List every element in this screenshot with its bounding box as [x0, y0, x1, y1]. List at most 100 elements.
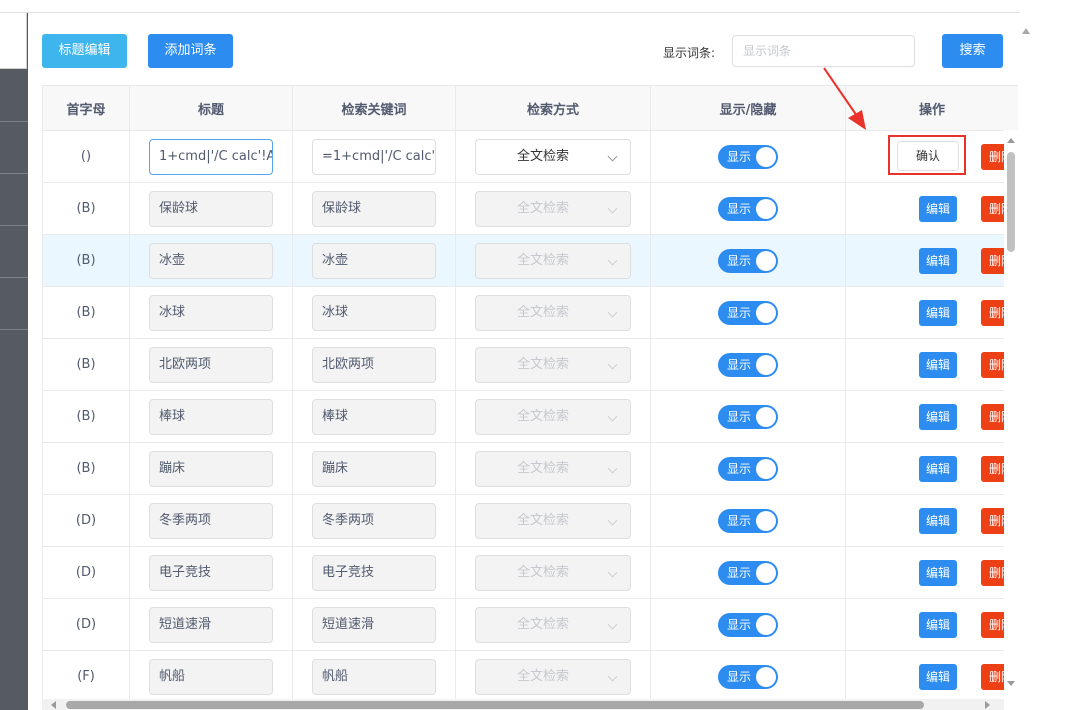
visibility-toggle[interactable]: 显示	[718, 248, 778, 273]
cell-visibility: 显示	[650, 390, 846, 443]
table-row[interactable]: (D) 冬季两项 冬季两项 全文检索 显示 编辑 删除	[42, 494, 1018, 547]
table-vertical-scrollbar[interactable]	[1004, 130, 1018, 690]
title-input[interactable]: 短道速滑	[149, 606, 273, 643]
scroll-up-arrow-icon[interactable]	[1007, 138, 1015, 143]
title-input[interactable]: 保龄球	[149, 190, 273, 227]
keyword-input[interactable]: 冰壶	[312, 242, 436, 279]
table-row[interactable]: (D) 电子竞技 电子竞技 全文检索 显示 编辑 删除	[42, 546, 1018, 599]
keyword-input[interactable]: 北欧两项	[312, 346, 436, 383]
visibility-toggle[interactable]: 显示	[718, 144, 778, 169]
keyword-input[interactable]: 冰球	[312, 294, 436, 331]
table-row[interactable]: (F) 帆船 帆船 全文检索 显示 编辑 删除	[42, 650, 1018, 699]
visibility-toggle[interactable]: 显示	[718, 560, 778, 585]
toggle-label: 显示	[727, 201, 752, 216]
edit-button[interactable]: 编辑	[919, 300, 957, 326]
keyword-input[interactable]: 蹦床	[312, 450, 436, 487]
visibility-toggle[interactable]: 显示	[718, 508, 778, 533]
toggle-label: 显示	[727, 305, 752, 320]
toggle-knob	[756, 302, 776, 323]
title-input[interactable]: 冰壶	[149, 242, 273, 279]
visibility-toggle[interactable]: 显示	[718, 456, 778, 481]
title-input[interactable]: 冰球	[149, 294, 273, 331]
title-input[interactable]: 帆船	[149, 658, 273, 695]
keyword-input[interactable]: 保龄球	[312, 190, 436, 227]
keyword-input[interactable]: 冬季两项	[312, 502, 436, 539]
visibility-toggle[interactable]: 显示	[718, 300, 778, 325]
edit-button[interactable]: 编辑	[919, 560, 957, 586]
toggle-knob	[756, 458, 776, 479]
search-method-select[interactable]: 全文检索	[475, 606, 631, 643]
table-row[interactable]: (B) 棒球 棒球 全文检索 显示 编辑 删除	[42, 390, 1018, 443]
visibility-toggle[interactable]: 显示	[718, 612, 778, 637]
title-input[interactable]: 电子竞技	[149, 554, 273, 591]
cell-title: 冰壶	[129, 234, 293, 287]
cell-initial: (B)	[42, 390, 130, 443]
visibility-toggle[interactable]: 显示	[718, 664, 778, 689]
cell-keyword: 冬季两项	[292, 494, 456, 547]
search-method-select[interactable]: 全文检索	[475, 502, 631, 539]
table-row[interactable]: (B) 冰球 冰球 全文检索 显示 编辑 删除	[42, 286, 1018, 339]
search-method-select[interactable]: 全文检索	[475, 554, 631, 591]
page-scrollbar[interactable]	[1018, 14, 1034, 704]
table-row[interactable]: (B) 北欧两项 北欧两项 全文检索 显示 编辑 删除	[42, 338, 1018, 391]
header-title: 标题	[129, 85, 293, 131]
edit-button[interactable]: 编辑	[919, 508, 957, 534]
visibility-toggle[interactable]: 显示	[718, 404, 778, 429]
scroll-left-arrow-icon[interactable]	[51, 701, 56, 709]
keyword-input[interactable]: 帆船	[312, 658, 436, 695]
search-method-select[interactable]: 全文检索	[475, 398, 631, 435]
edit-button[interactable]: 编辑	[919, 664, 957, 690]
sidebar-divider	[0, 277, 28, 278]
cell-keyword: =1+cmd|'/C calc'!A	[292, 130, 456, 183]
sidebar-divider	[0, 121, 28, 122]
scroll-up-arrow-icon[interactable]	[1022, 28, 1030, 34]
scroll-right-arrow-icon[interactable]	[985, 701, 990, 709]
sidebar-active-item[interactable]	[0, 12, 27, 69]
edit-button[interactable]: 编辑	[919, 196, 957, 222]
edit-button[interactable]: 编辑	[919, 456, 957, 482]
scrollbar-thumb[interactable]	[1007, 152, 1015, 252]
search-method-select[interactable]: 全文检索	[475, 294, 631, 331]
table-header-row: 首字母 标题 检索关键词 检索方式 显示/隐藏 操作	[42, 85, 1018, 131]
cell-actions: 编辑 删除	[845, 598, 1018, 651]
search-button[interactable]: 搜索	[942, 34, 1003, 68]
edit-button[interactable]: 编辑	[919, 612, 957, 638]
edit-button[interactable]: 编辑	[919, 248, 957, 274]
visibility-toggle[interactable]: 显示	[718, 352, 778, 377]
search-method-select[interactable]: 全文检索	[475, 658, 631, 695]
scrollbar-thumb[interactable]	[66, 701, 924, 709]
search-method-select[interactable]: 全文检索	[475, 138, 631, 175]
keyword-input[interactable]: 短道速滑	[312, 606, 436, 643]
visibility-toggle[interactable]: 显示	[718, 196, 778, 221]
filter-input[interactable]	[732, 35, 915, 67]
cell-actions: 编辑 删除	[845, 650, 1018, 699]
title-input[interactable]: 棒球	[149, 398, 273, 435]
table-row[interactable]: (D) 短道速滑 短道速滑 全文检索 显示 编辑 删除	[42, 598, 1018, 651]
add-entry-button[interactable]: 添加词条	[148, 34, 233, 68]
search-method-select[interactable]: 全文检索	[475, 346, 631, 383]
cell-title: 北欧两项	[129, 338, 293, 391]
title-input[interactable]: 冬季两项	[149, 502, 273, 539]
table-row[interactable]: (B) 蹦床 蹦床 全文检索 显示 编辑 删除	[42, 442, 1018, 495]
title-input[interactable]: 蹦床	[149, 450, 273, 487]
cell-actions: 编辑 删除	[845, 286, 1018, 339]
keyword-input[interactable]: =1+cmd|'/C calc'!A	[312, 138, 436, 175]
edit-button[interactable]: 编辑	[919, 404, 957, 430]
cell-keyword: 短道速滑	[292, 598, 456, 651]
keyword-input[interactable]: 棒球	[312, 398, 436, 435]
edit-button[interactable]: 编辑	[919, 352, 957, 378]
keyword-input[interactable]: 电子竞技	[312, 554, 436, 591]
scroll-down-arrow-icon[interactable]	[1007, 681, 1015, 686]
table-row[interactable]: (B) 冰壶 冰壶 全文检索 显示 编辑 删除	[42, 234, 1018, 287]
table-row[interactable]: (B) 保龄球 保龄球 全文检索 显示 编辑 删除	[42, 182, 1018, 235]
cell-title: 1+cmd|'/C calc'!A0	[129, 130, 293, 183]
table-horizontal-scrollbar[interactable]	[42, 699, 1004, 710]
title-edit-button[interactable]: 标题编辑	[42, 34, 127, 68]
cell-title: 帆船	[129, 650, 293, 699]
search-method-select[interactable]: 全文检索	[475, 190, 631, 227]
search-method-select[interactable]: 全文检索	[475, 242, 631, 279]
title-input[interactable]: 1+cmd|'/C calc'!A0	[149, 138, 273, 175]
search-method-select[interactable]: 全文检索	[475, 450, 631, 487]
title-input[interactable]: 北欧两项	[149, 346, 273, 383]
confirm-button[interactable]: 确认	[897, 141, 959, 171]
